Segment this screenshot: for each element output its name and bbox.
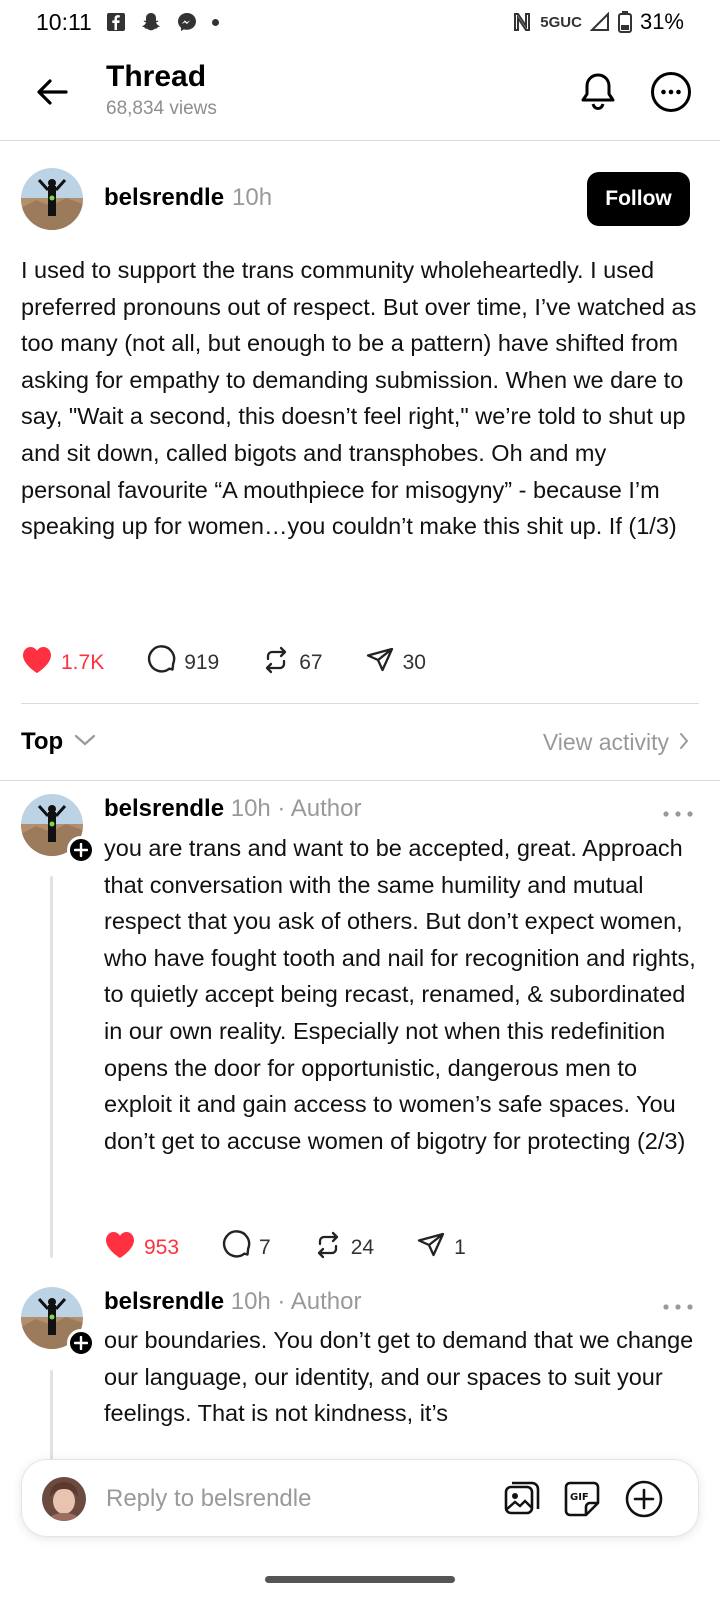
repost-count: 24 <box>350 1236 375 1259</box>
follow-button[interactable]: Follow <box>587 172 690 226</box>
replies-divider <box>0 780 720 781</box>
post-author[interactable]: belsrendle 10h <box>104 184 272 212</box>
reply-author[interactable]: belsrendle 10h · Author <box>104 1288 361 1316</box>
comment-icon <box>146 645 176 681</box>
send-icon <box>416 1230 446 1266</box>
follow-plus-icon[interactable] <box>67 1329 95 1357</box>
sort-row: Top View activity <box>21 722 689 762</box>
battery-icon <box>617 11 632 33</box>
reply-username[interactable]: belsrendle <box>104 795 224 822</box>
reply-count: 7 <box>259 1236 271 1259</box>
view-activity-label[interactable]: View activity <box>543 729 669 756</box>
avatar <box>42 1477 86 1521</box>
add-circle-icon[interactable] <box>624 1479 664 1519</box>
messenger-icon <box>176 11 198 33</box>
battery-level: 31% <box>639 9 684 34</box>
post-actions: 1.7K 919 67 30 <box>21 645 468 681</box>
reply-username[interactable]: belsrendle <box>104 1288 224 1315</box>
repost-icon <box>261 645 291 681</box>
follow-plus-icon[interactable] <box>67 836 95 864</box>
post-body: I used to support the trans community wh… <box>21 257 697 540</box>
facebook-icon <box>106 12 126 32</box>
back-arrow-icon[interactable] <box>34 74 70 110</box>
reply-button[interactable]: 7 <box>221 1230 271 1266</box>
reply-actions: 953 7 24 1 <box>104 1230 508 1266</box>
reply-button[interactable]: 919 <box>146 645 219 681</box>
view-activity-link[interactable]: View activity <box>543 729 689 756</box>
repost-button[interactable]: 24 <box>313 1230 374 1266</box>
post-username[interactable]: belsrendle <box>104 184 224 211</box>
sort-dropdown[interactable]: Top <box>21 728 63 756</box>
header-divider <box>0 140 720 141</box>
share-count: 30 <box>402 651 426 674</box>
share-count: 1 <box>454 1236 466 1259</box>
share-button[interactable]: 30 <box>365 645 426 681</box>
chevron-down-icon[interactable] <box>73 733 97 752</box>
signal-icon <box>589 12 610 32</box>
chevron-right-icon <box>679 729 689 756</box>
notification-dot <box>211 18 219 26</box>
nfc-icon <box>512 11 532 33</box>
comment-icon <box>221 1230 251 1266</box>
like-count: 1.7K <box>61 651 105 674</box>
svg-text:GIF: GIF <box>570 1492 589 1503</box>
more-dots-icon[interactable] <box>662 1299 694 1310</box>
image-gallery-icon[interactable] <box>502 1479 542 1519</box>
thread-line <box>50 1370 53 1460</box>
reply-author[interactable]: belsrendle 10h · Author <box>104 795 361 823</box>
status-bar: 10:11 5GUC 31% <box>0 0 720 44</box>
network-label: 5GUC <box>540 13 582 31</box>
reply-body: our boundaries. You don’t get to demand … <box>104 1327 694 1427</box>
reply-meta: 10h · Author <box>230 1288 362 1315</box>
heart-filled-icon <box>104 1230 136 1266</box>
view-count: 68,834 views <box>106 98 217 119</box>
reply-avatar[interactable] <box>21 794 95 864</box>
avatar[interactable] <box>21 168 83 230</box>
page-title: Thread <box>106 60 207 93</box>
thread-header: Thread 68,834 views <box>0 56 720 140</box>
like-button[interactable]: 953 <box>104 1230 179 1266</box>
repost-icon <box>313 1230 343 1266</box>
thread-line <box>50 876 53 1258</box>
more-dots-icon[interactable] <box>662 806 694 817</box>
repost-count: 67 <box>299 651 323 674</box>
reply-composer: GIF <box>21 1459 699 1537</box>
reply-meta: 10h · Author <box>230 795 362 822</box>
like-count: 953 <box>144 1236 180 1259</box>
like-button[interactable]: 1.7K <box>21 645 104 681</box>
more-options-icon[interactable] <box>650 71 692 113</box>
post-divider <box>21 703 699 704</box>
repost-button[interactable]: 67 <box>261 645 323 681</box>
share-button[interactable]: 1 <box>416 1230 466 1266</box>
reply-body: you are trans and want to be accepted, g… <box>104 835 696 1154</box>
home-indicator[interactable] <box>265 1576 455 1583</box>
reply-count: 919 <box>184 651 220 674</box>
bell-icon[interactable] <box>578 71 618 113</box>
post-timestamp: 10h <box>232 184 273 211</box>
reply-input[interactable] <box>106 1480 496 1518</box>
reply-avatar[interactable] <box>21 1287 95 1357</box>
heart-filled-icon <box>21 645 53 681</box>
snapchat-icon <box>140 11 162 33</box>
send-icon <box>365 645 395 681</box>
status-time: 10:11 <box>36 8 92 35</box>
gif-icon[interactable]: GIF <box>562 1479 602 1519</box>
